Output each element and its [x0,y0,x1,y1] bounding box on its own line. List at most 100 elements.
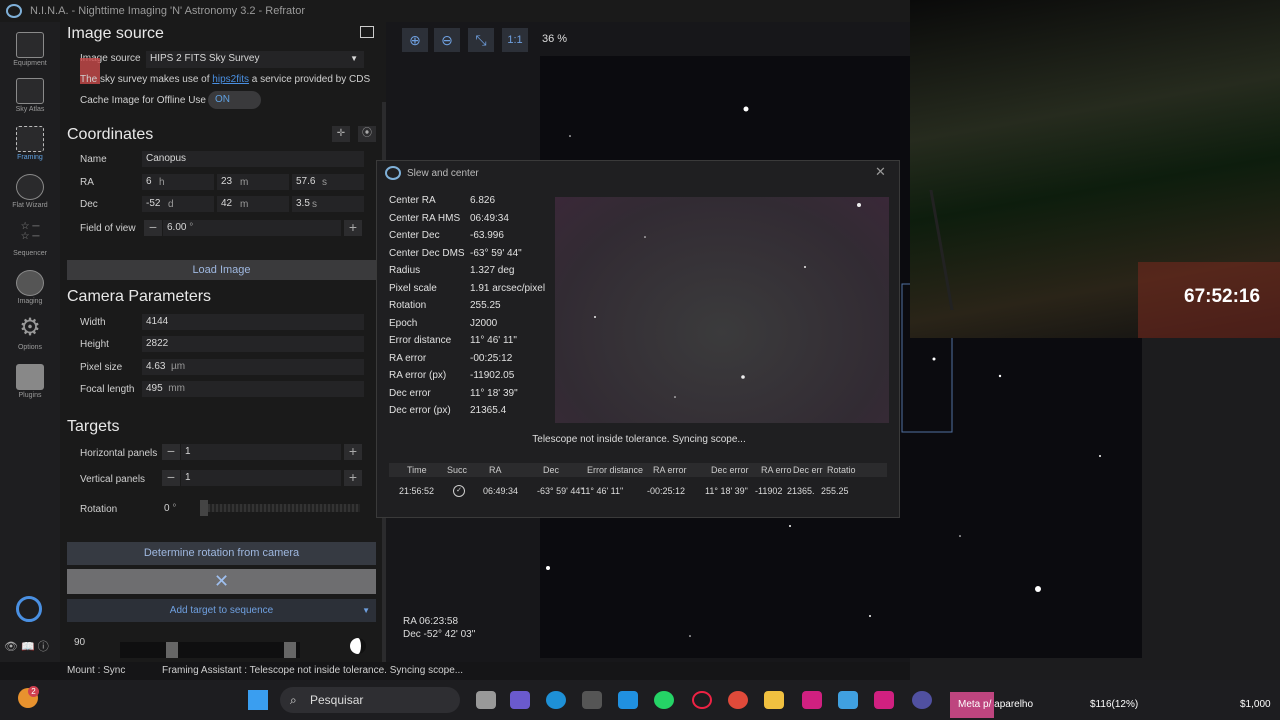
dec-label: Dec [80,199,98,210]
file-explorer-icon[interactable] [764,691,784,709]
camera-parameters-heading: Camera Parameters [67,288,212,305]
vpanels-decrease-button[interactable]: − [162,470,180,486]
vertical-panels-label: Vertical panels [80,474,146,485]
task-view-icon[interactable] [476,691,496,709]
fov-label: Field of view [80,223,136,234]
taskbar-search[interactable]: ⌕ Pesquisar [280,687,460,713]
ra-hours-input[interactable]: 6 [142,174,214,190]
copilot-icon[interactable] [510,691,530,709]
fit-icon[interactable]: ⤡ [468,28,494,52]
telescope-icon [16,32,44,58]
mount-status: Mount : Sync [67,665,126,676]
cache-toggle[interactable]: ON [208,91,261,109]
sidebar: Equipment Sky Atlas Framing Flat Wizard … [0,22,60,675]
coordinates-heading: Coordinates [67,126,154,143]
name-input[interactable]: Canopus [142,151,364,167]
height-input[interactable]: 2822 [142,336,364,352]
book-icon[interactable] [360,26,374,38]
hpanels-increase-button[interactable]: + [344,444,362,460]
table-header-cell[interactable]: Dec [543,465,559,475]
app-icon[interactable] [618,691,638,709]
table-header-cell[interactable]: Rotatio [827,465,856,475]
gear-icon: ⚙ [19,314,41,341]
vpanels-increase-button[interactable]: + [344,470,362,486]
pixel-size-input[interactable]: 4.63 µm [142,359,364,375]
rotation-slider-thumb[interactable] [200,500,208,516]
app-icon[interactable] [838,691,858,709]
power-icon[interactable] [16,596,42,622]
focal-length-input[interactable]: 495 mm [142,381,364,397]
opera-icon[interactable] [692,691,712,709]
image-source-select[interactable]: HIPS 2 FITS Sky Survey ▼ [146,51,364,68]
table-header-cell[interactable]: Time [407,465,427,475]
table-cell: 21365. [787,486,815,496]
ra-seconds-input[interactable]: 57.6 [292,174,364,190]
hips2fits-link[interactable]: hips2fits [212,74,249,85]
result-label: Epoch [389,317,418,329]
add-target-button[interactable]: Add target to sequence ▼ [67,599,376,622]
result-value: -00:25:12 [470,352,513,364]
sidebar-item-framing[interactable]: Framing [0,126,60,161]
histogram-marker [284,642,296,658]
fov-increase-button[interactable]: + [344,220,362,236]
one-to-one-button[interactable]: 1:1 [502,28,528,52]
ra-hours-unit: h [159,177,165,188]
store-icon[interactable] [582,691,602,709]
dec-degrees-input[interactable]: -52 [142,196,214,212]
result-label: Pixel scale [389,282,437,294]
sidebar-item-imaging[interactable]: Imaging [0,270,60,305]
dec-seconds-input[interactable]: 3.5 [292,196,364,212]
table-cell: -00:25:12 [647,486,686,496]
window-title: N.I.N.A. - Nighttime Imaging 'N' Astrono… [30,5,306,17]
imaging-icon [16,270,44,296]
cancel-icon[interactable]: ✕ [67,569,376,594]
table-header-cell[interactable]: Dec err [793,465,823,475]
result-value: 11° 18' 39" [470,387,518,399]
table-header-cell[interactable]: Dec error [711,465,749,475]
table-header-cell[interactable]: RA erro [761,465,792,475]
zoom-level: 36 % [542,33,568,45]
nina-taskbar-icon[interactable] [912,691,932,709]
puzzle-icon [16,364,44,390]
width-input[interactable]: 4144 [142,314,364,330]
table-header-cell[interactable]: Error distance [587,465,643,475]
location-pin-icon[interactable]: ⦿ [358,126,376,142]
hpanels-decrease-button[interactable]: − [162,444,180,460]
horizontal-panels-input[interactable]: 1 [181,444,341,460]
close-icon[interactable]: ✕ [875,164,886,180]
status-bar: Mount : Sync Framing Assistant : Telesco… [0,662,910,680]
ra-minutes-input[interactable]: 23 [217,174,289,190]
ra-label: RA [80,177,94,188]
fov-input[interactable]: 6.00 ° [163,220,341,236]
sidebar-item-sequencer[interactable]: ☆ ─ ☆ ─ Sequencer [0,222,60,258]
dec-minutes-input[interactable]: 42 [217,196,289,212]
table-cell: -11902 [755,486,783,496]
table-header-cell[interactable]: RA [489,465,502,475]
sidebar-item-plugins[interactable]: Plugins [0,364,60,399]
whatsapp-icon[interactable] [654,691,674,709]
chrome-icon[interactable] [728,691,748,709]
sidebar-item-flat-wizard[interactable]: Flat Wizard [0,174,60,209]
windows-start-icon[interactable] [248,690,268,710]
table-header-cell[interactable]: RA error [653,465,687,475]
rotation-value[interactable]: 0 ° [164,503,176,514]
fov-decrease-button[interactable]: − [144,220,162,236]
load-image-button[interactable]: Load Image [67,260,376,280]
app-icon[interactable] [802,691,822,709]
sidebar-item-options[interactable]: ⚙ Options [0,314,60,352]
rotation-slider[interactable] [200,504,360,512]
sidebar-item-equipment[interactable]: Equipment [0,32,60,67]
result-label: Rotation [389,300,427,311]
zoom-in-icon[interactable]: ⊕ [402,28,428,52]
app-icon[interactable] [874,691,894,709]
crosshair-icon[interactable]: ✛ [332,126,350,142]
vertical-panels-input[interactable]: 1 [181,470,341,486]
sidebar-item-sky-atlas[interactable]: Sky Atlas [0,78,60,113]
bottom-utility-icons[interactable]: 👁 📖 ⓘ [4,638,49,654]
edge-icon[interactable] [546,691,566,709]
webcam-overlay: 67:52:16 [910,0,1280,338]
zoom-out-icon[interactable]: ⊖ [434,28,460,52]
table-header-cell[interactable]: Succ [447,465,467,475]
rotation-label: Rotation [80,504,118,515]
determine-rotation-button[interactable]: Determine rotation from camera [67,542,376,565]
